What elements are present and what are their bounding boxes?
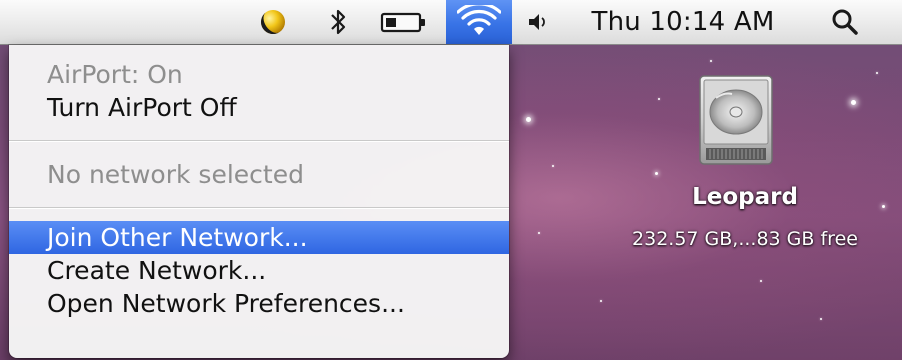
menu-separator [9, 140, 509, 142]
join-other-network-item[interactable]: Join Other Network... [9, 221, 509, 254]
desktop-drive-leopard[interactable]: Leopard 232.57 GB,...83 GB free [612, 72, 882, 262]
magnifier-icon [832, 9, 858, 35]
star [820, 318, 822, 320]
bluetooth-icon [331, 9, 346, 35]
bluetooth-menu-extra[interactable] [318, 0, 358, 44]
star [526, 117, 531, 122]
drive-name: Leopard [692, 184, 798, 210]
menu-bar: Thu 10:14 AM [0, 0, 902, 45]
drive-info: 232.57 GB,...83 GB free [632, 228, 858, 250]
create-network-item[interactable]: Create Network... [9, 254, 509, 287]
star [552, 165, 554, 167]
airport-menu: AirPort: On Turn AirPort Off No network … [9, 45, 509, 358]
spotlight-button[interactable] [820, 0, 870, 44]
star [538, 232, 540, 234]
star [710, 60, 712, 62]
menu-bar-clock[interactable]: Thu 10:14 AM [578, 0, 788, 44]
battery-menu-extra[interactable] [372, 0, 436, 44]
moon-icon [261, 10, 285, 34]
moon-menu-extra[interactable] [248, 0, 298, 44]
battery-icon [380, 12, 425, 33]
star [600, 300, 602, 302]
star [760, 280, 762, 282]
volume-menu-extra[interactable] [518, 0, 558, 44]
airport-wifi-icon [457, 5, 501, 35]
menu-separator [9, 207, 509, 209]
airport-menu-extra[interactable] [446, 0, 512, 44]
star [882, 205, 885, 208]
airport-status: AirPort: On [47, 60, 183, 89]
turn-airport-off-item[interactable]: Turn AirPort Off [9, 91, 509, 124]
network-status: No network selected [47, 160, 304, 189]
volume-icon [529, 14, 545, 30]
hard-drive-icon [699, 75, 773, 165]
open-network-preferences-item[interactable]: Open Network Preferences... [9, 287, 509, 320]
